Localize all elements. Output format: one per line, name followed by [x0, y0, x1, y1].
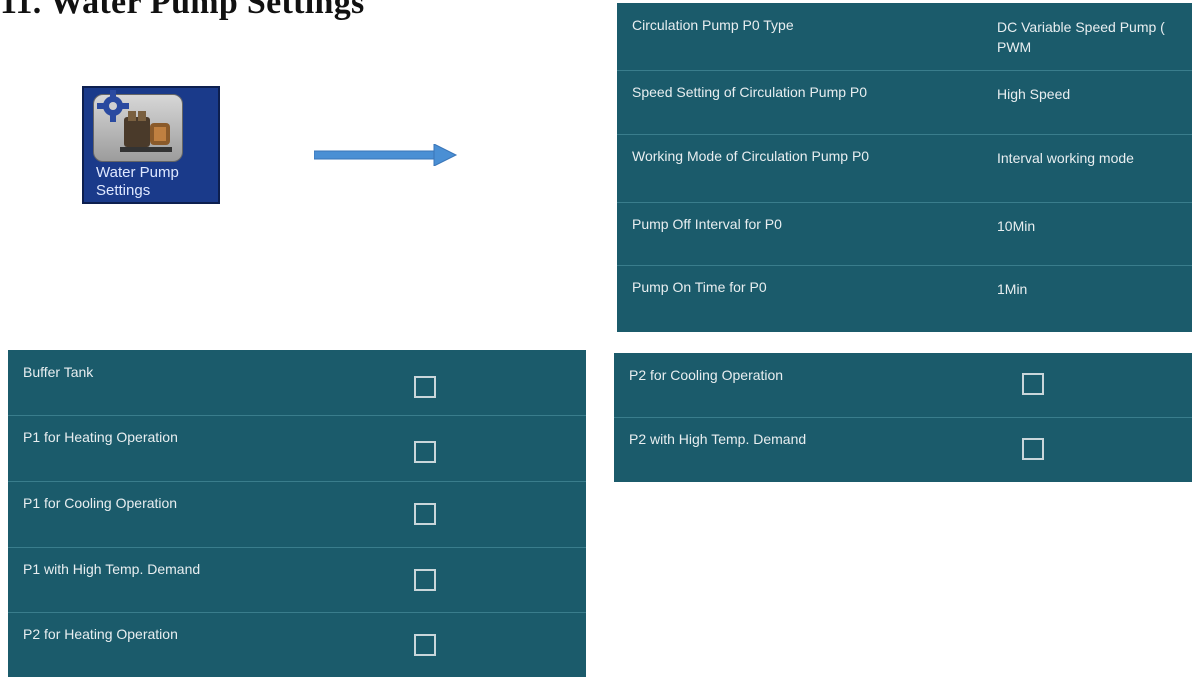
setting-name: Pump Off Interval for P0 — [632, 216, 782, 232]
setting-name: Pump On Time for P0 — [632, 279, 767, 295]
setting-value: High Speed — [997, 86, 1071, 102]
option-label: P1 for Heating Operation — [23, 429, 178, 445]
setting-value: DC Variable Speed Pump ( PWM — [997, 19, 1165, 55]
setting-name: Circulation Pump P0 Type — [632, 17, 794, 33]
settings-row[interactable]: Pump Off Interval for P0 10Min — [617, 202, 1192, 266]
water-pump-settings-icon — [93, 90, 183, 162]
p1-high-temp-checkbox[interactable] — [414, 569, 436, 591]
p2-high-temp-checkbox[interactable] — [1022, 438, 1044, 460]
option-label: P1 with High Temp. Demand — [23, 561, 201, 577]
option-row: P2 for Heating Operation — [8, 612, 586, 677]
option-row: P2 with High Temp. Demand — [614, 417, 1192, 482]
option-row: P1 with High Temp. Demand — [8, 547, 586, 613]
right-arrow-icon — [314, 144, 458, 166]
p2-cooling-checkbox[interactable] — [1022, 373, 1044, 395]
setting-value: 10Min — [997, 218, 1036, 234]
buffer-tank-checkbox[interactable] — [414, 376, 436, 398]
p1-cooling-checkbox[interactable] — [414, 503, 436, 525]
option-row: Buffer Tank — [8, 350, 586, 416]
option-row: P2 for Cooling Operation — [614, 353, 1192, 418]
app-icon-label-line1: Water Pump — [96, 164, 179, 181]
page-title: 11. Water Pump Settings — [0, 0, 365, 21]
setting-name: Working Mode of Circulation Pump P0 — [632, 148, 870, 164]
settings-row[interactable]: Pump On Time for P0 1Min — [617, 265, 1192, 332]
water-pump-settings-app-button[interactable]: Water Pump Settings — [82, 86, 220, 204]
pump-motor-icon — [120, 111, 172, 152]
option-row: P1 for Heating Operation — [8, 415, 586, 482]
circulation-pump-settings-panel: Circulation Pump P0 Type DC Variable Spe… — [617, 3, 1192, 332]
p1-heating-checkbox[interactable] — [414, 441, 436, 463]
settings-row[interactable]: Working Mode of Circulation Pump P0 Inte… — [617, 134, 1192, 203]
p2-heating-checkbox[interactable] — [414, 634, 436, 656]
option-label: P2 for Heating Operation — [23, 626, 178, 642]
setting-value: Interval working mode — [997, 150, 1134, 166]
option-label: Buffer Tank — [23, 364, 94, 380]
option-row: P1 for Cooling Operation — [8, 481, 586, 548]
app-icon-label-line2: Settings — [96, 182, 151, 199]
pump-options-panel-right: P2 for Cooling Operation P2 with High Te… — [614, 353, 1192, 482]
settings-row[interactable]: Speed Setting of Circulation Pump P0 Hig… — [617, 70, 1192, 135]
settings-row[interactable]: Circulation Pump P0 Type DC Variable Spe… — [617, 3, 1192, 71]
option-label: P1 for Cooling Operation — [23, 495, 178, 511]
option-label: P2 for Cooling Operation — [629, 367, 784, 383]
pump-options-panel-left: Buffer Tank P1 for Heating Operation P1 … — [8, 350, 586, 677]
option-label: P2 with High Temp. Demand — [629, 431, 807, 447]
setting-name: Speed Setting of Circulation Pump P0 — [632, 84, 868, 100]
app-icon-label: Water Pump Settings — [96, 164, 216, 200]
setting-value: 1Min — [997, 281, 1028, 297]
